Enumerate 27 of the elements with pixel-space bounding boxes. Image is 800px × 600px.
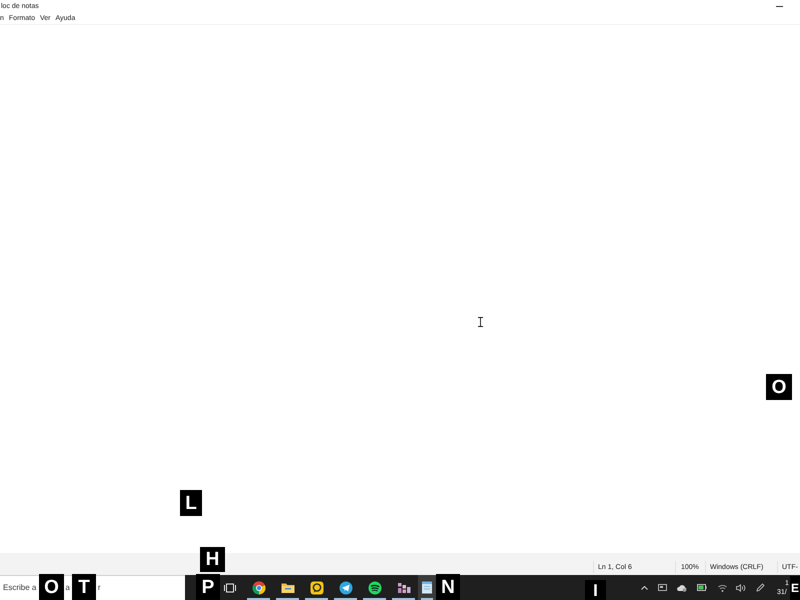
chat-bubble-icon [310,580,324,594]
arcs-disc-icon [368,580,382,594]
pen-icon[interactable] [756,583,764,592]
hint-badge: N [436,574,460,600]
wifi-icon[interactable] [718,584,726,592]
hint-badge: E [790,576,800,600]
cloud-icon[interactable] [677,584,687,592]
folder-icon [280,582,294,594]
notepad-icon [421,581,433,594]
task-view-icon [224,582,236,592]
hint-badge: I [585,580,606,600]
browser-icon [252,580,266,594]
display-icon[interactable] [658,584,666,591]
taskbar-app-button[interactable] [418,575,436,600]
hint-badge: O [766,374,792,400]
hint-badge: L [180,490,202,516]
hint-badge: O [39,574,64,600]
minimize-icon [776,6,782,7]
hint-badge: P [196,574,220,600]
chevron-up-icon [640,586,648,590]
hint-badge: T [72,574,96,600]
blocks-icon [396,582,410,594]
text-cursor-icon [478,317,483,327]
paper-plane-icon [338,580,352,594]
battery-icon[interactable] [697,584,707,591]
volume-icon[interactable] [736,584,746,592]
hint-badge: H [200,547,225,572]
